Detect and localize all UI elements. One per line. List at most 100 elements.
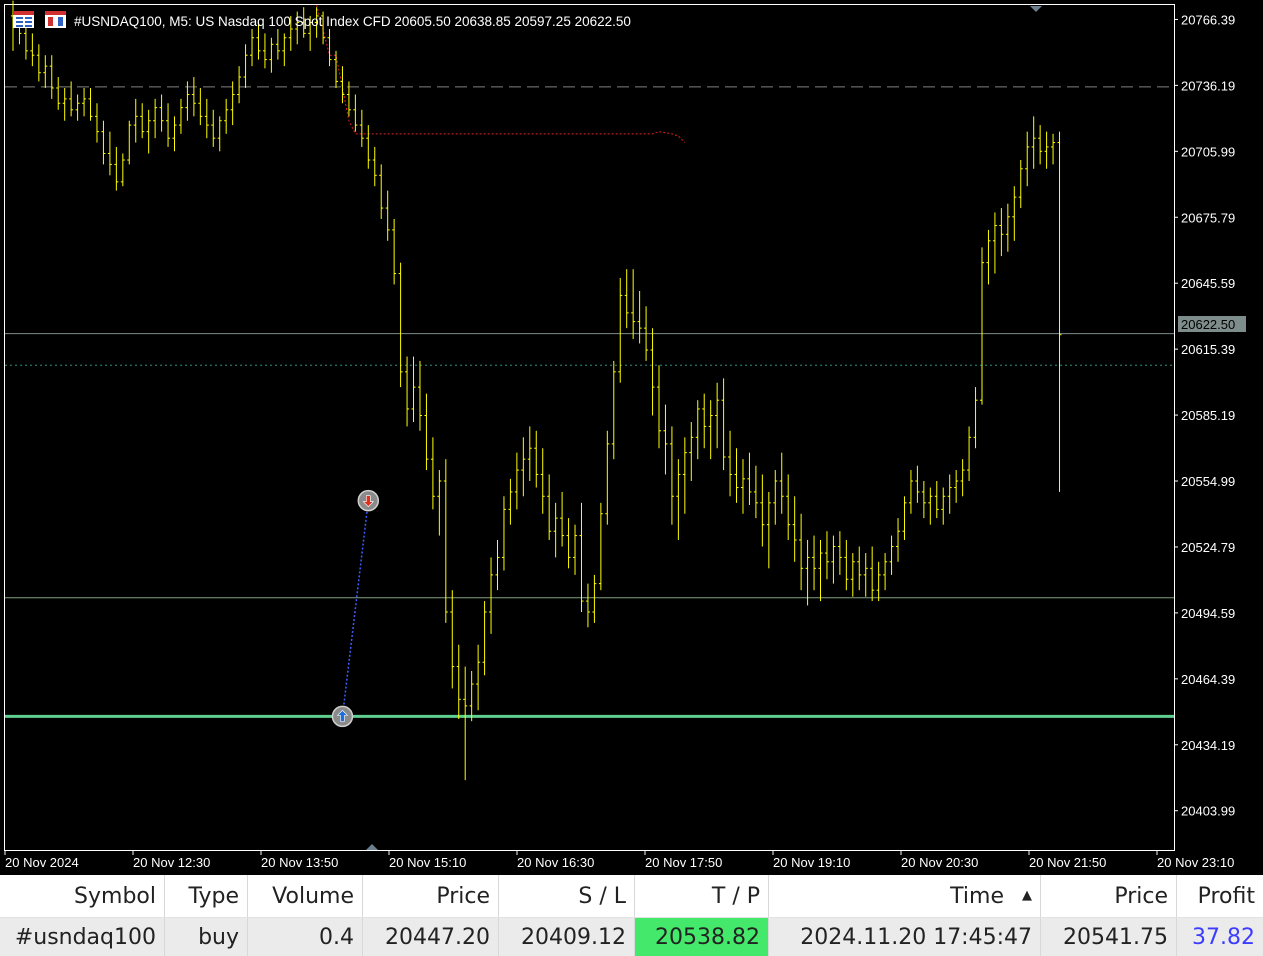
ohlc-bar (140, 103, 144, 138)
ohlc-bar (412, 357, 416, 423)
col-header-type[interactable]: Type (165, 875, 248, 918)
ohlc-bar (515, 453, 519, 510)
buy-arrow-icon[interactable] (332, 706, 352, 726)
ohlc-bar (909, 470, 913, 514)
ohlc-bar (709, 400, 713, 459)
time-tick-label: 20 Nov 19:10 (773, 855, 850, 870)
price-tick-label: 20615.39 (1181, 342, 1235, 357)
ohlc-bar (250, 29, 254, 66)
ohlc-bar (683, 437, 687, 513)
ohlc-bar (961, 459, 965, 496)
ohlc-bar (457, 645, 461, 719)
ohlc-bar (922, 481, 926, 518)
cell-time[interactable]: 2024.11.20 17:45:47 (769, 918, 1041, 956)
ohlc-bar (353, 95, 357, 132)
ohlc-bar (567, 518, 571, 568)
ohlc-bar (657, 365, 661, 448)
cell-type[interactable]: buy (165, 918, 248, 956)
chart-shift-marker-icon[interactable] (1030, 6, 1042, 12)
col-header-sl[interactable]: S / L (499, 875, 635, 918)
chart-menu-icon[interactable] (13, 11, 34, 28)
chart-title: #USNDAQ100, M5: US Nasdaq 100 Spot Index… (74, 14, 631, 29)
cell-volume[interactable]: 0.4 (248, 918, 363, 956)
ohlc-bar (902, 496, 906, 540)
ohlc-bar (502, 496, 506, 570)
ohlc-bar (114, 147, 118, 191)
ohlc-bar (625, 269, 629, 328)
ohlc-bar (851, 553, 855, 597)
price-tick-label: 20585.19 (1181, 408, 1235, 423)
ohlc-bar (864, 553, 868, 597)
table-row[interactable]: #usndaq100 buy 0.4 20447.20 20409.12 205… (0, 918, 1263, 956)
ohlc-bar (121, 153, 125, 186)
price-tick-label: 20705.99 (1181, 144, 1235, 159)
col-header-symbol[interactable]: Symbol (0, 875, 165, 918)
ohlc-bar (541, 448, 545, 514)
col-header-time[interactable]: Time▲ (769, 875, 1041, 918)
col-header-label: Profit (1198, 884, 1255, 909)
ohlc-bar (386, 191, 390, 241)
col-header-current-price[interactable]: Price (1041, 875, 1177, 918)
col-header-label: T / P (712, 884, 760, 909)
ohlc-bar (760, 474, 764, 546)
col-header-volume[interactable]: Volume (248, 875, 363, 918)
sort-ascending-icon: ▲ (1022, 888, 1032, 903)
ohlc-bar (1019, 160, 1023, 208)
table-header-row: Symbol Type Volume Price S / L T / P Tim… (0, 875, 1263, 918)
ohlc-bar (631, 269, 635, 339)
ohlc-bar (1045, 132, 1049, 169)
col-header-price[interactable]: Price (363, 875, 499, 918)
ohlc-bar (82, 88, 86, 116)
cell-sl[interactable]: 20409.12 (499, 918, 635, 956)
one-click-trading-icon[interactable] (45, 11, 66, 28)
ohlc-bar (282, 33, 286, 66)
ohlc-bar (1038, 125, 1042, 164)
chart-canvas[interactable]: 20766.3920736.1920705.9920675.7920645.59… (0, 0, 1263, 875)
ohlc-bar (728, 431, 732, 497)
ohlc-bar (877, 562, 881, 601)
col-header-label: Type (188, 884, 239, 909)
cell-current-price[interactable]: 20541.75 (1041, 918, 1177, 956)
ohlc-bar (379, 164, 383, 219)
price-tick-label: 20434.19 (1181, 738, 1235, 753)
ohlc-bar (689, 422, 693, 481)
cell-tp[interactable]: 20538.82 (635, 918, 769, 956)
chart-area[interactable]: 20766.3920736.1920705.9920675.7920645.59… (0, 0, 1263, 875)
price-tick-label: 20645.59 (1181, 276, 1235, 291)
ohlc-bar (786, 474, 790, 540)
price-tick-label: 20464.39 (1181, 672, 1235, 687)
ohlc-bar (521, 437, 525, 496)
price-tick-label: 20554.99 (1181, 474, 1235, 489)
ohlc-bar (819, 540, 823, 601)
ohlc-bar (638, 291, 642, 343)
trade-link-line (342, 501, 368, 717)
ohlc-bar (586, 584, 590, 628)
ohlc-bar (954, 470, 958, 503)
ohlc-bar (980, 247, 984, 404)
ohlc-bar (838, 531, 842, 575)
col-header-tp[interactable]: T / P (635, 875, 769, 918)
ohlc-bar (883, 553, 887, 590)
chart-scroll-marker-icon[interactable] (366, 844, 378, 850)
col-header-profit[interactable]: Profit (1177, 875, 1263, 918)
ohlc-bar (799, 514, 803, 590)
sell-arrow-icon[interactable] (358, 491, 378, 511)
ohlc-bar (276, 29, 280, 60)
time-tick-label: 20 Nov 2024 (5, 855, 79, 870)
ohlc-bar (373, 147, 377, 186)
ohlc-bar (560, 492, 564, 547)
ohlc-bar (160, 95, 164, 132)
time-tick-label: 20 Nov 21:50 (1029, 855, 1106, 870)
ohlc-bar (554, 503, 558, 558)
ohlc-bar (127, 121, 131, 165)
ohlc-bar (702, 394, 706, 449)
ohlc-bar (831, 536, 835, 584)
cell-profit[interactable]: 37.82 (1177, 918, 1263, 956)
ohlc-bar (599, 503, 603, 590)
ohlc-bar (76, 95, 80, 121)
cell-open-price[interactable]: 20447.20 (363, 918, 499, 956)
price-tick-label: 20736.19 (1181, 78, 1235, 93)
ohlc-bar (935, 481, 939, 518)
ohlc-bar (431, 437, 435, 509)
cell-symbol[interactable]: #usndaq100 (0, 918, 165, 956)
